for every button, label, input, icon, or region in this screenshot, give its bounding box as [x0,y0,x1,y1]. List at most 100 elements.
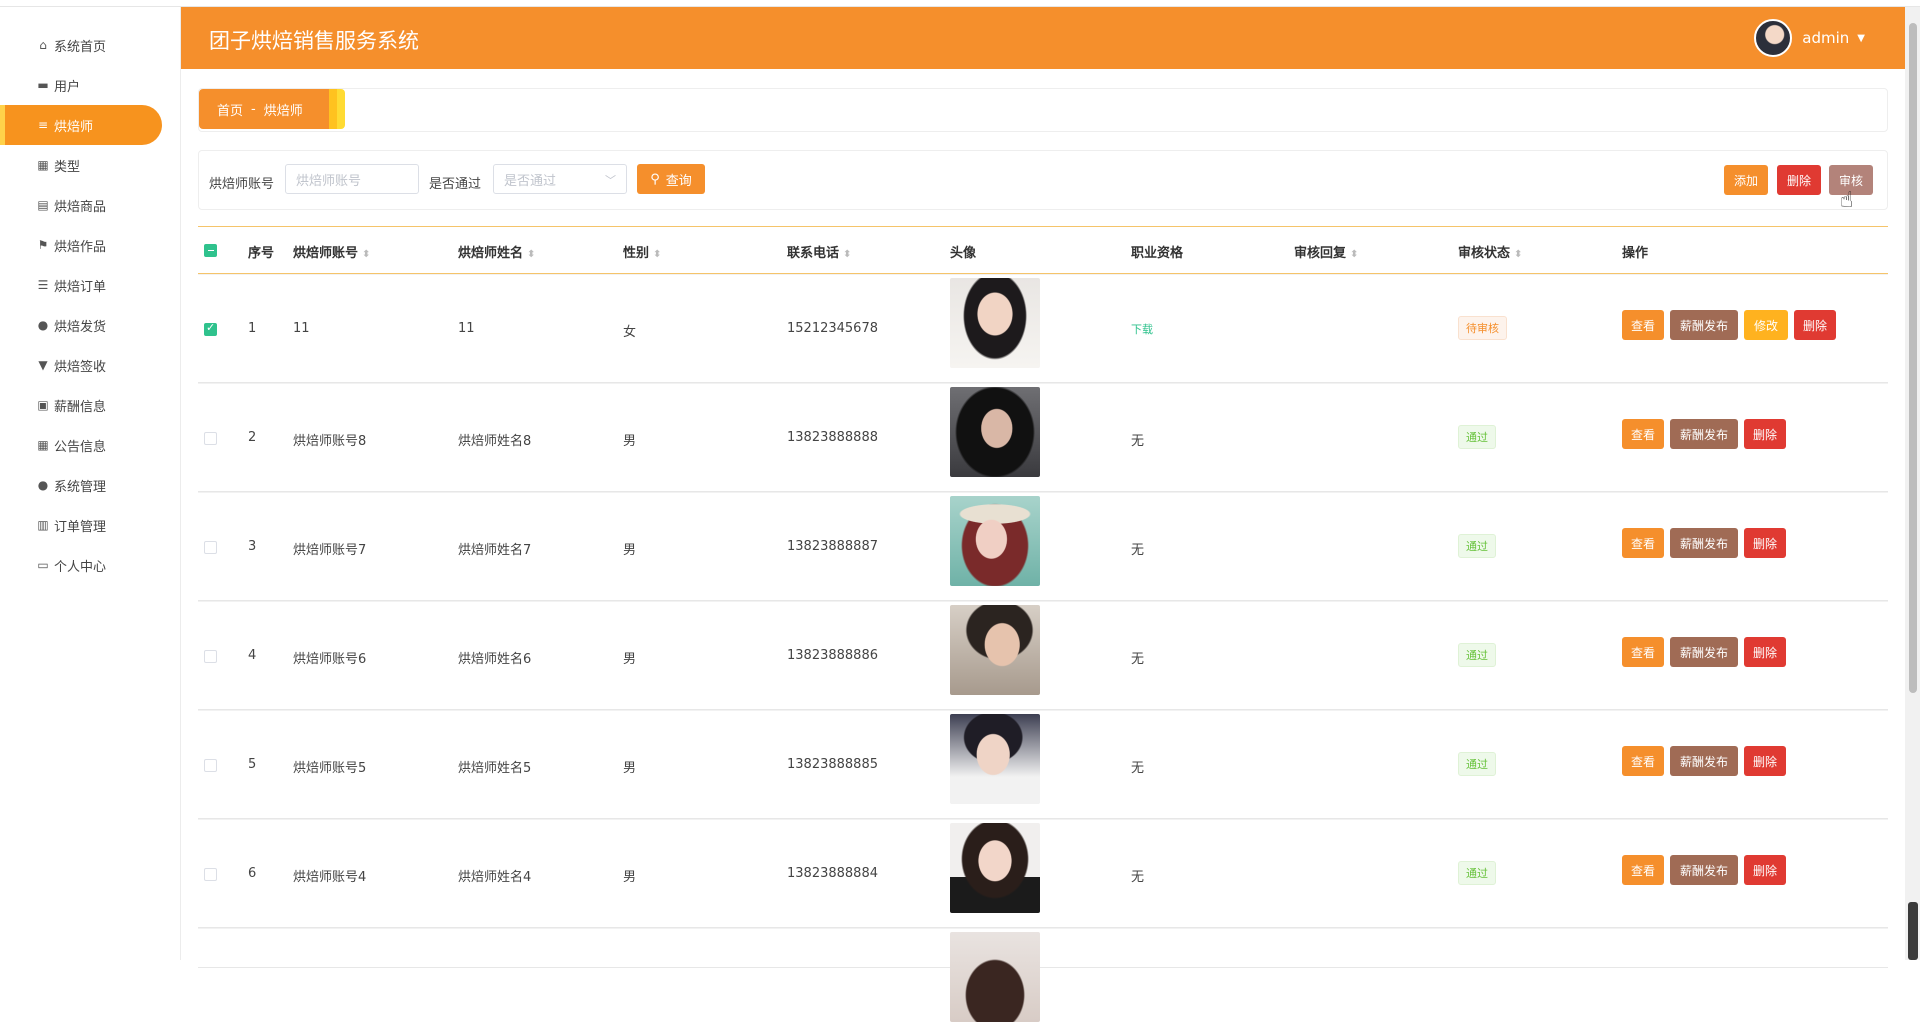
avatar-photo[interactable] [950,932,1040,1022]
sidebar-item-users[interactable]: ▬ 用户 [0,65,162,105]
sidebar-item-order-manage[interactable]: ▥ 订单管理 [0,505,162,545]
header-index: 序号 [248,246,275,261]
cell-name: 烘焙师姓名4 [458,870,532,885]
view-button[interactable]: 查看 [1622,746,1664,776]
sidebar-item-receipt[interactable]: ▼ 烘焙签收 [0,345,162,385]
query-label: 查询 [665,173,692,189]
sidebar-item-label: 类型 [54,159,81,175]
salary-publish-button[interactable]: 薪酬发布 [1670,528,1738,558]
header-name[interactable]: 烘焙师姓名 ⬍ [458,242,535,261]
header-gender[interactable]: 性别 ⬍ [623,242,661,261]
sidebar-item-works[interactable]: ⚑ 烘焙作品 [0,225,162,265]
library-icon: ▥ [37,518,49,532]
row-checkbox[interactable] [204,650,217,663]
breadcrumb-decoration [329,89,337,129]
delete-row-button[interactable]: 删除 [1794,310,1836,340]
avatar-photo[interactable] [950,823,1040,913]
sidebar-item-label: 系统管理 [54,479,107,495]
status-badge: 通过 [1458,752,1496,776]
top-rule [0,0,1920,7]
delete-row-button[interactable]: 删除 [1744,528,1786,558]
sidebar-item-types[interactable]: ▦ 类型 [0,145,162,185]
delete-row-button[interactable]: 删除 [1744,746,1786,776]
sidebar-item-system[interactable]: ● 系统管理 [0,465,162,505]
view-button[interactable]: 查看 [1622,419,1664,449]
salary-publish-button[interactable]: 薪酬发布 [1670,746,1738,776]
avatar-photo[interactable] [950,714,1040,804]
sidebar: ⌂ 系统首页 ▬ 用户 ≡ 烘焙师 ▦ 类型 ▤ 烘焙商品 ⚑ 烘焙作品 ☰ 烘焙订单 ● 烘焙… [0,7,181,960]
row-checkbox[interactable] [204,321,217,336]
select-all-checkbox[interactable] [204,244,217,257]
sidebar-item-shipping[interactable]: ● 烘焙发货 [0,305,162,345]
stamp-icon: ▼ [38,358,48,372]
view-button[interactable]: 查看 [1622,855,1664,885]
sort-icon: ⬍ [362,249,371,260]
salary-publish-button[interactable]: 薪酬发布 [1670,637,1738,667]
cell-account: 烘焙师账号4 [293,870,367,885]
cell-account: 11 [293,321,310,336]
row-checkbox[interactable] [204,432,217,445]
account-input[interactable]: 烘焙师账号 [285,164,419,194]
scrollbar[interactable] [1905,7,1920,960]
sidebar-item-bakers[interactable]: ≡ 烘焙师 [0,105,162,145]
table-header: 序号 烘焙师账号 ⬍ 烘焙师姓名 ⬍ 性别 ⬍ 联系电话 ⬍ 头像 职业资格 审核回复 ⬍… [198,226,1888,274]
sidebar-item-salary[interactable]: ▣ 薪酬信息 [0,385,162,425]
header-status[interactable]: 审核状态 ⬍ [1458,242,1522,261]
clipboard-check-icon: ▣ [37,398,49,412]
sidebar-item-label: 烘焙发货 [54,319,107,335]
user-menu[interactable]: admin ▼ [1754,19,1865,57]
sort-icon: ⬍ [1514,249,1523,260]
hand-cursor-icon: ☝ [1840,188,1854,213]
table-row: 6 烘焙师账号4 烘焙师姓名4 男 13823888884 无 通过 查看 薪酬… [198,819,1888,928]
row-checkbox[interactable] [204,759,217,772]
cell-qualification: 无 [1131,434,1145,449]
delete-row-button[interactable]: 删除 [1744,637,1786,667]
user-icon: ● [37,318,49,332]
cell-name: 烘焙师姓名7 [458,543,532,558]
query-button[interactable]: ⚲ 查询 [637,164,705,194]
delete-button[interactable]: 删除 [1777,165,1821,195]
cell-index: 4 [248,648,257,663]
view-button[interactable]: 查看 [1622,310,1664,340]
view-button[interactable]: 查看 [1622,528,1664,558]
sidebar-item-label: 薪酬信息 [54,399,107,415]
sidebar-item-profile[interactable]: ▭ 个人中心 [0,545,162,585]
delete-row-button[interactable]: 删除 [1744,419,1786,449]
sidebar-item-home[interactable]: ⌂ 系统首页 [0,25,162,65]
cell-index: 6 [248,866,257,881]
salary-publish-button[interactable]: 薪酬发布 [1670,855,1738,885]
sidebar-item-notices[interactable]: ▦ 公告信息 [0,425,162,465]
cell-gender: 女 [623,325,637,340]
avatar-photo[interactable] [950,496,1040,586]
row-checkbox[interactable] [204,541,217,554]
avatar-photo[interactable] [950,278,1040,368]
cell-phone: 15212345678 [787,321,878,336]
sidebar-item-products[interactable]: ▤ 烘焙商品 [0,185,162,225]
edit-button[interactable]: 修改 [1744,310,1788,340]
approved-label: 是否通过 [429,177,482,192]
chevron-down-icon: ▼ [1857,32,1865,44]
add-button[interactable]: 添加 [1724,165,1768,195]
download-link[interactable]: 下载 [1131,321,1153,337]
header-reply-label: 审核回复 [1294,246,1347,261]
view-button[interactable]: 查看 [1622,637,1664,667]
avatar-photo[interactable] [950,387,1040,477]
header-account[interactable]: 烘焙师账号 ⬍ [293,242,370,261]
sidebar-item-label: 烘焙订单 [54,279,107,295]
sidebar-item-label: 公告信息 [54,439,107,455]
cell-phone: 13823888888 [787,430,878,445]
avatar-photo[interactable] [950,605,1040,695]
header: 团子烘焙销售服务系统 admin ▼ [181,7,1905,69]
row-checkbox[interactable] [204,868,217,881]
approved-select[interactable]: 是否通过 ﹀ [493,164,627,194]
header-phone[interactable]: 联系电话 ⬍ [787,242,851,261]
breadcrumb-home[interactable]: 首页 [217,100,243,119]
header-reply[interactable]: 审核回复 ⬍ [1294,242,1358,261]
scrollbar-thumb[interactable] [1909,23,1917,693]
cell-gender: 男 [623,434,637,449]
delete-row-button[interactable]: 删除 [1744,855,1786,885]
salary-publish-button[interactable]: 薪酬发布 [1670,310,1738,340]
table-row: 3 烘焙师账号7 烘焙师姓名7 男 13823888887 无 通过 查看 薪酬… [198,492,1888,601]
sidebar-item-orders[interactable]: ☰ 烘焙订单 [0,265,162,305]
salary-publish-button[interactable]: 薪酬发布 [1670,419,1738,449]
